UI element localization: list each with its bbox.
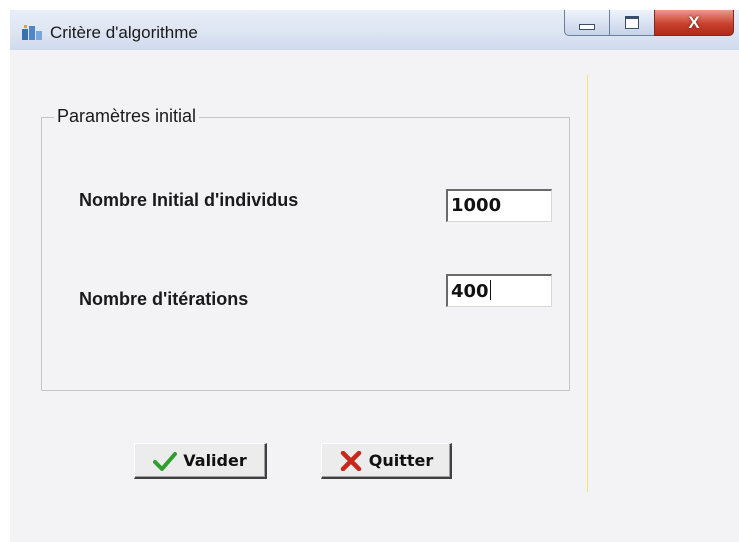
cross-icon [340, 450, 361, 471]
title-bar[interactable]: Critère d'algorithme X [10, 10, 739, 50]
iterations-value: 400 [451, 281, 489, 302]
app-icon [22, 25, 42, 40]
maximize-button[interactable] [609, 10, 655, 36]
quit-button-label: Quitter [368, 451, 434, 470]
validate-button-label: Valider [183, 451, 247, 470]
close-button[interactable]: X [654, 10, 734, 36]
minimize-icon [579, 23, 595, 30]
iterations-label: Nombre d'itérations [79, 289, 249, 309]
maximize-icon [625, 16, 639, 29]
window-title: Critère d'algorithme [50, 23, 198, 42]
validate-button[interactable]: Valider [134, 443, 267, 479]
initial-individuals-input[interactable]: 1000 [446, 189, 552, 222]
quit-button[interactable]: Quitter [321, 443, 452, 479]
initial-individuals-label: Nombre Initial d'individus [79, 190, 299, 210]
divider-line [587, 75, 588, 492]
parameters-groupbox [41, 117, 570, 391]
close-icon: X [688, 13, 700, 32]
minimize-button[interactable] [564, 10, 610, 36]
initial-individuals-value: 1000 [451, 195, 502, 216]
text-caret [489, 280, 491, 300]
groupbox-legend: Paramètres initial [54, 106, 200, 127]
iterations-input[interactable]: 400 [446, 274, 552, 307]
check-icon [153, 451, 178, 471]
